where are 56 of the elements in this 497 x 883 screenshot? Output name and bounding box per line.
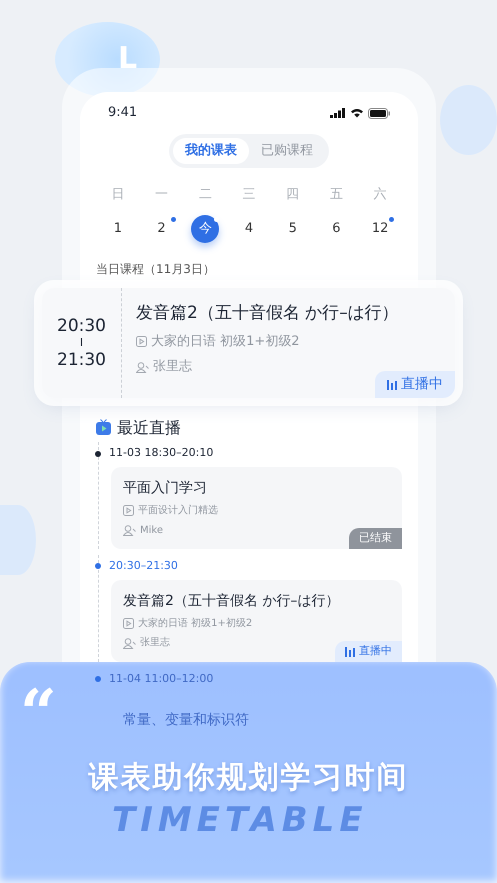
end-time: 21:30 (57, 350, 106, 370)
section-heading: 当日课程（11月3日） (96, 261, 216, 278)
lesson-title: 发音篇2（五十音假名 か行–は行） (136, 302, 400, 325)
calendar-day[interactable]: 1 (104, 215, 132, 244)
course-name: 平面设计入门精选 (138, 504, 218, 518)
play-icon (123, 618, 134, 630)
wifi-icon (350, 108, 364, 118)
person-icon (123, 524, 136, 536)
weekday-label: 四 (286, 186, 300, 202)
calendar-day[interactable]: 4 (234, 215, 263, 244)
lesson-card[interactable]: 20:30 I 21:30 发音篇2（五十音假名 か行–は行） 大家的日语 初级1+初级2 张里志 直播中 (42, 288, 455, 398)
lesson-title: 常量、变量和标识符 (123, 710, 250, 730)
status-label: 直播中 (401, 375, 443, 394)
time-separator: I (80, 336, 84, 350)
signal-icon (330, 108, 346, 118)
weekday-label: 二 (198, 186, 212, 202)
lesson-card[interactable]: 发音篇2（五十音假名 か行–は行） 大家的日语 初级1+初级2 张里志 直播中 (111, 580, 402, 662)
timeline-time: 11-03 18:30–20:10 (109, 446, 214, 462)
course-name: 大家的日语 初级1+初级2 (138, 616, 252, 630)
calendar-day[interactable]: 2 (148, 215, 176, 244)
person-icon (136, 362, 149, 373)
calendar-day[interactable]: 今 (191, 215, 220, 244)
bars-icon (345, 646, 355, 657)
calendar-day[interactable]: 6 (322, 215, 350, 244)
weekday-label: 三 (242, 186, 256, 202)
teacher-name: Mike (140, 524, 163, 538)
banner-headline: 课表助你规划学习时间 (87, 759, 410, 797)
teacher-name: 张里志 (153, 358, 192, 376)
quote-mark: “ (20, 682, 57, 746)
status-label: 直播中 (359, 644, 392, 659)
calendar-day[interactable]: 12 (366, 215, 394, 244)
tab[interactable]: 我的课表 (173, 138, 249, 164)
bubble-badge: L (55, 22, 160, 97)
play-icon (136, 336, 147, 348)
tv-icon (96, 419, 111, 436)
start-time: 20:30 (57, 316, 106, 336)
weekday-label: 日 (111, 186, 124, 202)
status-time: 9:41 (108, 104, 138, 122)
bars-icon (387, 379, 397, 390)
section-heading: 最近直播 (117, 416, 181, 438)
weekday-label: 六 (374, 186, 387, 202)
lesson-title: 平面入门学习 (123, 479, 208, 498)
person-icon (123, 638, 136, 649)
weekday-label: 一 (155, 186, 168, 202)
status-label: 已结束 (359, 531, 392, 546)
timeline-time: 11-04 11:00–12:00 (109, 672, 214, 687)
battery-icon (368, 108, 390, 118)
lesson-title: 发音篇2（五十音假名 か行–は行） (123, 592, 340, 611)
lesson-card[interactable]: 平面入门学习 平面设计入门精选 Mike 已结束 (111, 467, 402, 550)
calendar-day[interactable]: 5 (278, 215, 307, 244)
teacher-name: 张里志 (140, 636, 170, 650)
backdrop-word: TIMETABLE (112, 799, 368, 842)
timeline-time: 20:30–21:30 (109, 559, 178, 574)
course-name: 大家的日语 初级1+初级2 (151, 332, 300, 350)
weekday-label: 五 (330, 186, 343, 202)
play-icon (123, 505, 134, 516)
